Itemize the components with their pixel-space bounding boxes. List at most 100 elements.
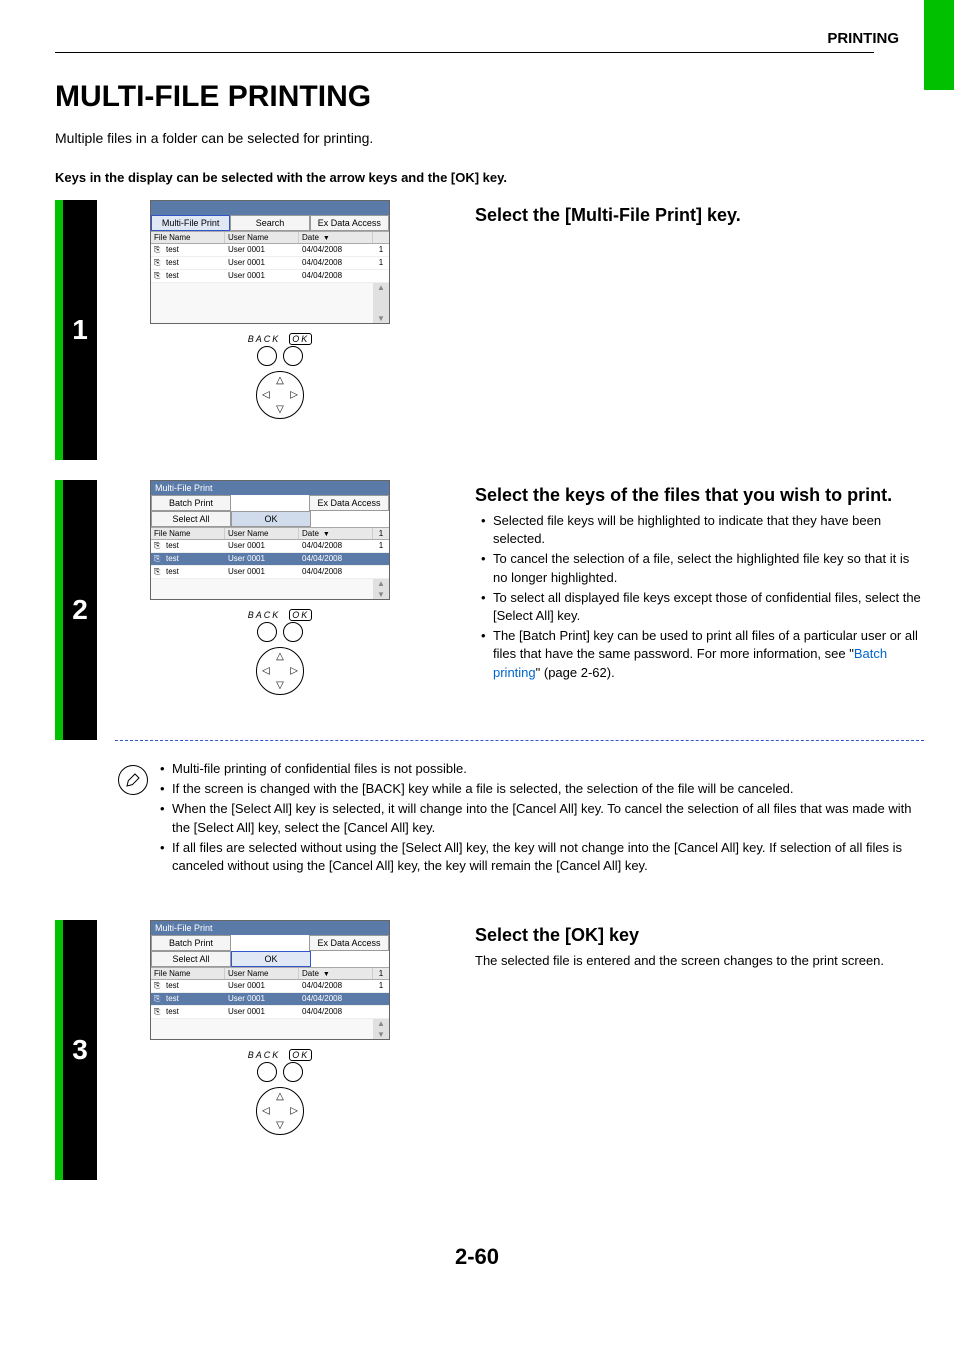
col-user-name: User Name: [225, 968, 299, 979]
step-screen-area: Multi-File Print Batch Print Ex Data Acc…: [150, 920, 410, 1135]
back-label: BACK: [248, 610, 281, 620]
down-arrow-icon: ▽: [276, 404, 284, 415]
ex-data-access-key[interactable]: Ex Data Access: [309, 495, 389, 511]
step-body-text: The selected file is entered and the scr…: [475, 952, 924, 970]
ok-key[interactable]: OK: [231, 511, 311, 527]
file-row[interactable]: ⎘test User 0001 04/04/2008: [151, 566, 389, 579]
col-end: [373, 232, 389, 243]
ex-data-access-key[interactable]: Ex Data Access: [309, 935, 389, 951]
step-2: 2 Multi-File Print Batch Print Ex Data A…: [55, 480, 924, 900]
down-arrow-icon: ▽: [276, 680, 284, 691]
file-row[interactable]: ⎘test User 0001 04/04/2008 1: [151, 244, 389, 257]
file-icon: ⎘: [154, 541, 164, 551]
scroll-up-icon: ▲: [377, 283, 385, 292]
col-user-name: User Name: [225, 528, 299, 539]
col-end: 1: [373, 968, 389, 979]
back-button[interactable]: [257, 346, 277, 366]
down-arrow-icon: ▽: [276, 1120, 284, 1131]
col-date: Date▼: [299, 528, 373, 539]
back-button[interactable]: [257, 622, 277, 642]
scroll-down-icon: ▼: [377, 1030, 385, 1039]
col-file-name: File Name: [151, 232, 225, 243]
file-icon: ⎘: [154, 1007, 164, 1017]
multi-file-print-key[interactable]: Multi-File Print: [151, 215, 230, 231]
scroll-down-icon: ▼: [377, 314, 385, 323]
sort-icon: ▼: [323, 971, 330, 978]
step-accent: [55, 920, 63, 1180]
dpad[interactable]: △ ▽ ◁ ▷: [256, 647, 304, 695]
step-accent: [55, 480, 63, 740]
bullet: To select all displayed file keys except…: [481, 589, 924, 625]
scroll-up-icon: ▲: [377, 1019, 385, 1028]
screen-title: [151, 201, 389, 215]
step-text: Select the [Multi-File Print] key.: [475, 205, 924, 232]
spacer: [231, 495, 309, 511]
step-1: 1 Multi-File Print Search Ex Data Access…: [55, 200, 924, 460]
col-file-name: File Name: [151, 968, 225, 979]
note-item: Multi-file printing of confidential file…: [160, 760, 924, 778]
list-empty-area: [151, 283, 373, 323]
up-arrow-icon: △: [276, 375, 284, 386]
step-number: 3: [63, 920, 97, 1180]
step-number: 2: [63, 480, 97, 740]
file-icon: ⎘: [154, 554, 164, 564]
right-arrow-icon: ▷: [290, 666, 298, 677]
up-arrow-icon: △: [276, 651, 284, 662]
screen-title: Multi-File Print: [151, 481, 389, 495]
ok-label: OK: [289, 333, 312, 345]
header-rule: [55, 52, 874, 53]
ex-data-access-key[interactable]: Ex Data Access: [310, 215, 389, 231]
keys-instruction: Keys in the display can be selected with…: [55, 170, 507, 185]
file-row-selected[interactable]: ⎘test User 0001 04/04/2008: [151, 553, 389, 566]
step-screen-area: Multi-File Print Search Ex Data Access F…: [150, 200, 410, 419]
scrollbar[interactable]: ▲▼: [373, 283, 389, 323]
edge-tab: [924, 0, 954, 90]
dpad[interactable]: △ ▽ ◁ ▷: [256, 371, 304, 419]
col-user-name: User Name: [225, 232, 299, 243]
file-row[interactable]: ⎘test User 0001 04/04/2008 1: [151, 980, 389, 993]
file-icon: ⎘: [154, 258, 164, 268]
select-all-key[interactable]: Select All: [151, 511, 231, 527]
back-label: BACK: [248, 1050, 281, 1060]
note-item: If all files are selected without using …: [160, 839, 924, 875]
scrollbar[interactable]: ▲▼: [373, 1019, 389, 1039]
file-row-selected[interactable]: ⎘test User 0001 04/04/2008: [151, 993, 389, 1006]
hardware-controls: BACK OK △ ▽ ◁ ▷: [150, 1050, 410, 1135]
file-row[interactable]: ⎘test User 0001 04/04/2008: [151, 270, 389, 283]
col-date: Date▼: [299, 968, 373, 979]
ok-button[interactable]: [283, 346, 303, 366]
scrollbar[interactable]: ▲▼: [373, 579, 389, 599]
step-heading: Select the keys of the files that you wi…: [475, 485, 924, 506]
ok-key[interactable]: OK: [231, 951, 311, 967]
step-text: Select the [OK] key The selected file is…: [475, 925, 924, 970]
step-heading: Select the [Multi-File Print] key.: [475, 205, 924, 226]
file-row[interactable]: ⎘test User 0001 04/04/2008: [151, 1006, 389, 1019]
file-icon: ⎘: [154, 994, 164, 1004]
file-row[interactable]: ⎘test User 0001 04/04/2008 1: [151, 257, 389, 270]
ok-button[interactable]: [283, 1062, 303, 1082]
select-all-key[interactable]: Select All: [151, 951, 231, 967]
right-arrow-icon: ▷: [290, 1106, 298, 1117]
ok-button[interactable]: [283, 622, 303, 642]
page-number: 2-60: [0, 1244, 954, 1270]
sort-icon: ▼: [323, 531, 330, 538]
spacer: [311, 951, 389, 967]
file-icon: ⎘: [154, 981, 164, 991]
spacer: [231, 935, 309, 951]
batch-print-key[interactable]: Batch Print: [151, 935, 231, 951]
step-accent: [55, 200, 63, 460]
batch-print-key[interactable]: Batch Print: [151, 495, 231, 511]
search-key[interactable]: Search: [230, 215, 309, 231]
col-end: 1: [373, 528, 389, 539]
step-screen-area: Multi-File Print Batch Print Ex Data Acc…: [150, 480, 410, 695]
back-button[interactable]: [257, 1062, 277, 1082]
scroll-down-icon: ▼: [377, 590, 385, 599]
file-icon: ⎘: [154, 245, 164, 255]
step-text: Select the keys of the files that you wi…: [475, 485, 924, 684]
list-empty-area: [151, 579, 373, 599]
note-item: If the screen is changed with the [BACK]…: [160, 780, 924, 798]
bullet: To cancel the selection of a file, selec…: [481, 550, 924, 586]
file-row[interactable]: ⎘test User 0001 04/04/2008 1: [151, 540, 389, 553]
dpad[interactable]: △ ▽ ◁ ▷: [256, 1087, 304, 1135]
up-arrow-icon: △: [276, 1091, 284, 1102]
